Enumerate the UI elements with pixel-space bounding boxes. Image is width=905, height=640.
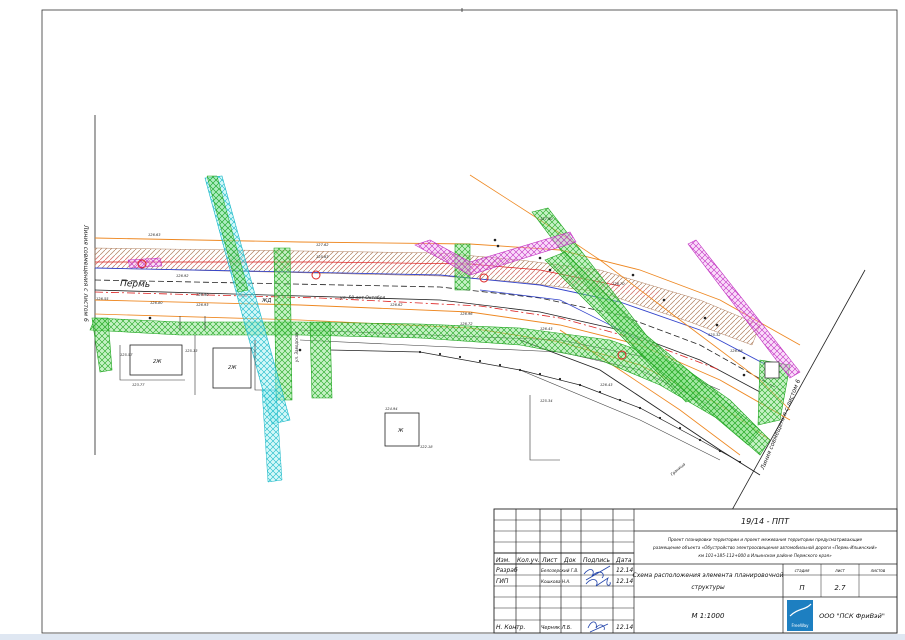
building-label-1: 2Ж bbox=[153, 359, 162, 365]
row-role-nkontr: Н. Контр. bbox=[496, 624, 525, 631]
elevation-label: 122.18 bbox=[420, 445, 433, 449]
doc-code: 19/14 - ППТ bbox=[741, 517, 790, 526]
row-role-razrab: Разраб bbox=[496, 567, 518, 574]
road-note: ЖД bbox=[261, 298, 271, 304]
street-label-main: Пермь bbox=[120, 279, 150, 290]
row-role-gip: ГИП bbox=[496, 578, 509, 585]
elevation-label: 126.92 bbox=[176, 274, 189, 278]
sheets-header: листов bbox=[870, 568, 886, 573]
elevation-label: 124.94 bbox=[385, 407, 398, 411]
elevation-label: 123.77 bbox=[132, 383, 145, 387]
header-koluch: Кол.уч. bbox=[517, 557, 540, 564]
logo-text: FreeWay bbox=[791, 623, 809, 628]
elevation-label: 125.63 bbox=[316, 255, 329, 259]
elevation-label: 125.34 bbox=[540, 399, 553, 403]
green-zone-top-diag bbox=[206, 175, 249, 293]
title-block: 19/14 - ППТ Проект планировки территории… bbox=[493, 508, 898, 634]
elevation-label: 126.55 bbox=[96, 297, 109, 301]
elevation-label: 126.43 bbox=[600, 383, 613, 387]
elevation-label: 126.08 bbox=[730, 349, 743, 353]
elevation-label: 126.80 bbox=[150, 301, 163, 305]
project-title-line-2: размещение объекта «Обустройство электро… bbox=[652, 545, 877, 550]
elevation-label: 126.93 bbox=[196, 303, 209, 307]
elevation-label: 126.63 bbox=[148, 233, 161, 237]
building-label-2: 2Ж bbox=[228, 365, 237, 371]
project-title-line-1: Проект планировки территории и проект ме… bbox=[668, 537, 863, 542]
header-dok: Док bbox=[563, 557, 576, 564]
sheet-title-line-2: структуры bbox=[691, 584, 725, 591]
bottom-strip bbox=[0, 634, 905, 640]
header-izm: Изм. bbox=[496, 557, 510, 564]
elevation-label: 126.72 bbox=[460, 322, 473, 326]
elevation-label: 126.62 bbox=[390, 303, 403, 307]
row-name-gip: Кошкова Н.А. bbox=[541, 579, 571, 584]
stage-value: П bbox=[799, 584, 805, 592]
row-name-razrab: Белозерский Г.В. bbox=[541, 568, 579, 573]
company-name: ООО "ПСК ФриВэй" bbox=[819, 612, 885, 620]
stage-header: стадия bbox=[795, 568, 810, 573]
header-podpis: Подпись bbox=[583, 557, 610, 564]
street-label-3: ул. Заводская bbox=[294, 332, 299, 363]
green-zone-vertical-2 bbox=[309, 321, 333, 399]
elevation-label: 125.57 bbox=[120, 353, 133, 357]
header-data: Дата bbox=[615, 557, 632, 564]
header-list: Лист bbox=[541, 557, 558, 564]
sheet-title-line-1: Схема расположения элемента планировочно… bbox=[633, 572, 784, 579]
building-4 bbox=[764, 361, 780, 379]
street-label-2: ул. 50 лет Октября bbox=[339, 295, 385, 301]
drawing-sheet: Линия совмещения с листом 6 Линия совмещ… bbox=[41, 8, 898, 634]
green-zone-main bbox=[89, 317, 771, 456]
elevation-label: 125.32 bbox=[708, 333, 721, 337]
side-note: Граница bbox=[669, 461, 686, 477]
elevation-label: 126.70 bbox=[612, 282, 625, 286]
row-date-nkontr: 12.14 bbox=[616, 624, 633, 631]
row-date-razrab: 12.14 bbox=[616, 567, 633, 574]
project-title-line-3: км 101+185-112+000 в Ильинском районе Пе… bbox=[698, 553, 832, 558]
sheet-header: лист bbox=[834, 568, 845, 573]
row-date-gip: 12.14 bbox=[616, 578, 633, 585]
match-line-right bbox=[731, 269, 866, 511]
elevation-label: 125.13 bbox=[185, 349, 198, 353]
sheet-value: 2.7 bbox=[834, 584, 846, 592]
elevation-label: 126.96 bbox=[460, 312, 473, 316]
building-label-3: Ж bbox=[397, 428, 404, 434]
scale-label: М 1:1000 bbox=[692, 612, 725, 620]
elevation-label: 127.62 bbox=[316, 243, 329, 247]
elevation-label: 126.90 bbox=[196, 293, 209, 297]
elevation-label: 127.90 bbox=[540, 217, 553, 221]
elevation-label: 126.43 bbox=[540, 327, 553, 331]
row-name-nkontr: Черняк Л.Б. bbox=[541, 625, 572, 631]
match-line-left-label: Линия совмещения с листом 6 bbox=[82, 224, 89, 322]
